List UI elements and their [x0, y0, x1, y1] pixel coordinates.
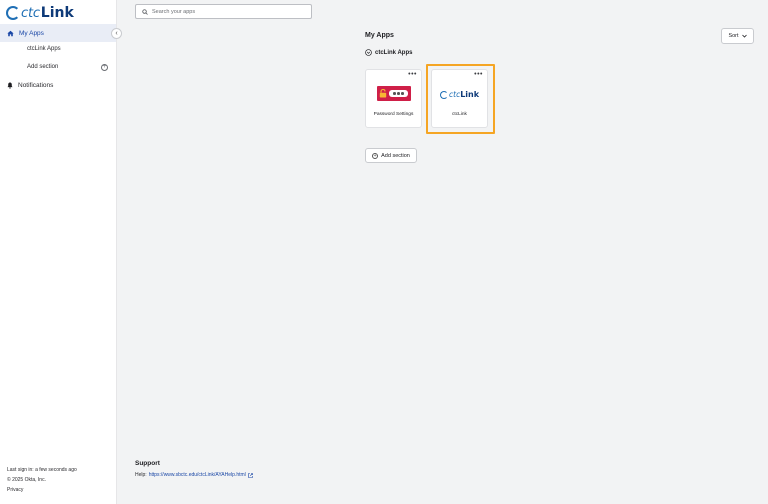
plus-circle-icon: + [372, 152, 379, 159]
app-tile-label: Password Settings [373, 112, 414, 117]
collapse-sidebar-button[interactable]: ‹ [111, 28, 122, 39]
ctclink-logo-link: Link [460, 90, 480, 99]
ctclink-logo: ctc Link [440, 90, 479, 99]
app-tile-password-settings[interactable]: ••• Password Settings [365, 69, 422, 128]
sidebar-item-add-section[interactable]: Add section [27, 64, 58, 70]
logo-link-text: Link [40, 5, 74, 21]
support-help-prefix: Help: [135, 472, 147, 478]
search-input[interactable] [152, 8, 302, 15]
support-help: Help: https://www.sbctc.edu/ctcLink/AYAH… [135, 472, 253, 478]
search-bar[interactable] [135, 4, 312, 19]
section-collapse-icon [365, 49, 372, 56]
privacy-link[interactable]: Privacy [7, 487, 23, 493]
sidebar-item-my-apps[interactable]: My Apps [0, 24, 116, 42]
last-sign-in-text: Last sign in: a few seconds ago [7, 467, 77, 473]
chevron-down-icon [741, 34, 747, 38]
more-options-icon[interactable]: ••• [474, 71, 483, 78]
plus-circle-icon[interactable]: + [101, 64, 108, 71]
home-icon [7, 30, 14, 36]
support-help-link[interactable]: https://www.sbctc.edu/ctcLink/AYAHelp.ht… [149, 472, 246, 478]
sidebar-item-my-apps-label: My Apps [19, 29, 44, 37]
ctclink-logo-ctc: ctc [449, 90, 461, 99]
app-tile-label: ctcLink [452, 112, 467, 117]
app-root: ctc Link My Apps ctcLink Apps Add sectio… [0, 0, 768, 504]
copyright-text: © 2025 Okta, Inc. [7, 477, 46, 483]
password-lock-logo [377, 86, 411, 101]
sidebar: ctc Link My Apps ctcLink Apps Add sectio… [0, 0, 117, 504]
support-title: Support [135, 460, 160, 467]
page-title: My Apps [365, 32, 394, 39]
more-options-icon[interactable]: ••• [408, 71, 417, 78]
section-title: ctcLink Apps [375, 49, 413, 56]
chevron-left-icon: ‹ [115, 30, 118, 37]
sort-button-label: Sort [728, 33, 739, 39]
external-link-icon[interactable] [247, 472, 253, 478]
ctclink-c-icon [6, 6, 20, 20]
app-tile-ctclink[interactable]: ••• ctc Link ctcLink [431, 69, 488, 128]
add-section-label: Add section [381, 152, 410, 159]
logo-ctc-text: ctc [21, 5, 40, 21]
ctclink-c-icon [440, 90, 448, 99]
sidebar-item-ctclink-apps[interactable]: ctcLink Apps [27, 46, 61, 52]
sidebar-item-notifications[interactable]: Notifications [7, 82, 53, 89]
sort-button[interactable]: Sort [721, 28, 754, 44]
section-header-ctclink-apps[interactable]: ctcLink Apps [365, 49, 412, 56]
password-dots-icon [389, 90, 408, 97]
ctclink-brand-logo[interactable]: ctc Link [6, 4, 74, 22]
sidebar-item-notifications-label: Notifications [18, 82, 54, 89]
bell-icon [7, 82, 13, 89]
add-section-button[interactable]: + Add section [365, 148, 417, 163]
lock-icon [379, 89, 387, 98]
search-icon [142, 8, 148, 15]
